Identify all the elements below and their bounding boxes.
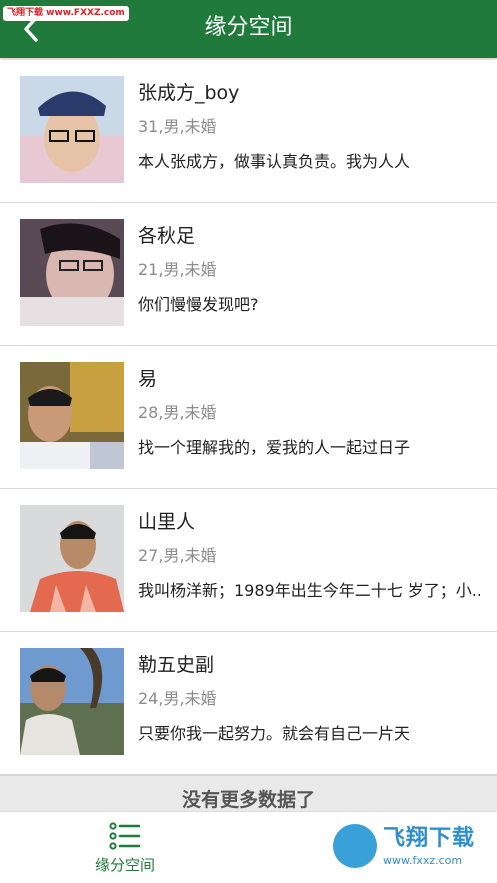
list-item[interactable]: 张成方_boy 31,男,未婚 本人张成方，做事认真负责。我为人人 xyxy=(0,60,497,203)
profile-meta: 24,男,未婚 xyxy=(138,689,217,708)
site-logo: 飞翔下载 www.fxxz.com xyxy=(331,822,489,872)
avatar-image xyxy=(20,505,124,612)
profile-bio: 找一个理解我的，爱我的人一起过日子 xyxy=(138,438,411,457)
profile-bio: 本人张成方，做事认真负责。我为人人 xyxy=(138,152,411,171)
list-icon xyxy=(109,822,141,850)
list-item[interactable]: 各秋足 21,男,未婚 你们慢慢发现吧? xyxy=(0,203,497,346)
profile-name: 易 xyxy=(138,368,158,390)
brand-text: 飞翔下载 xyxy=(383,826,476,851)
profile-meta: 31,男,未婚 xyxy=(138,117,217,136)
avatar-image xyxy=(20,648,124,755)
list-item[interactable]: 山里人 27,男,未婚 我叫杨洋新；1989年出生今年二十七 岁了；小.. xyxy=(0,489,497,632)
avatar xyxy=(20,648,124,755)
profile-name: 张成方_boy xyxy=(138,82,240,104)
avatar xyxy=(20,505,124,612)
profile-meta: 21,男,未婚 xyxy=(138,260,217,279)
list-item[interactable]: 勒五史副 24,男,未婚 只要你我一起努力。就会有自己一片天 xyxy=(0,632,497,775)
profile-list: 张成方_boy 31,男,未婚 本人张成方，做事认真负责。我为人人 各秋足 21… xyxy=(0,60,497,775)
brand-url: www.fxxz.com xyxy=(383,854,463,867)
profile-bio: 我叫杨洋新；1989年出生今年二十七 岁了；小.. xyxy=(138,581,480,600)
list-item[interactable]: 易 28,男,未婚 找一个理解我的，爱我的人一起过日子 xyxy=(0,346,497,489)
avatar-image xyxy=(20,76,124,183)
profile-meta: 27,男,未婚 xyxy=(138,546,217,565)
avatar xyxy=(20,362,124,469)
app-header: 飞翔下载 www.FXXZ.com 缘分空间 xyxy=(0,0,497,58)
tab-yuanfen-space[interactable]: 缘分空间 xyxy=(80,818,170,880)
tab-label: 缘分空间 xyxy=(94,856,155,874)
profile-bio: 你们慢慢发现吧? xyxy=(138,295,259,314)
profile-bio: 只要你我一起努力。就会有自己一片天 xyxy=(138,724,411,743)
no-more-data-message: 没有更多数据了 xyxy=(0,775,497,811)
avatar-image xyxy=(20,362,124,469)
page-title: 缘分空间 xyxy=(204,15,293,40)
profile-name: 各秋足 xyxy=(138,225,196,247)
logo-mark-icon xyxy=(333,824,377,868)
avatar-image xyxy=(20,219,124,326)
profile-meta: 28,男,未婚 xyxy=(138,403,217,422)
avatar xyxy=(20,76,124,183)
profile-name: 勒五史副 xyxy=(138,654,215,676)
avatar xyxy=(20,219,124,326)
profile-name: 山里人 xyxy=(138,511,196,533)
